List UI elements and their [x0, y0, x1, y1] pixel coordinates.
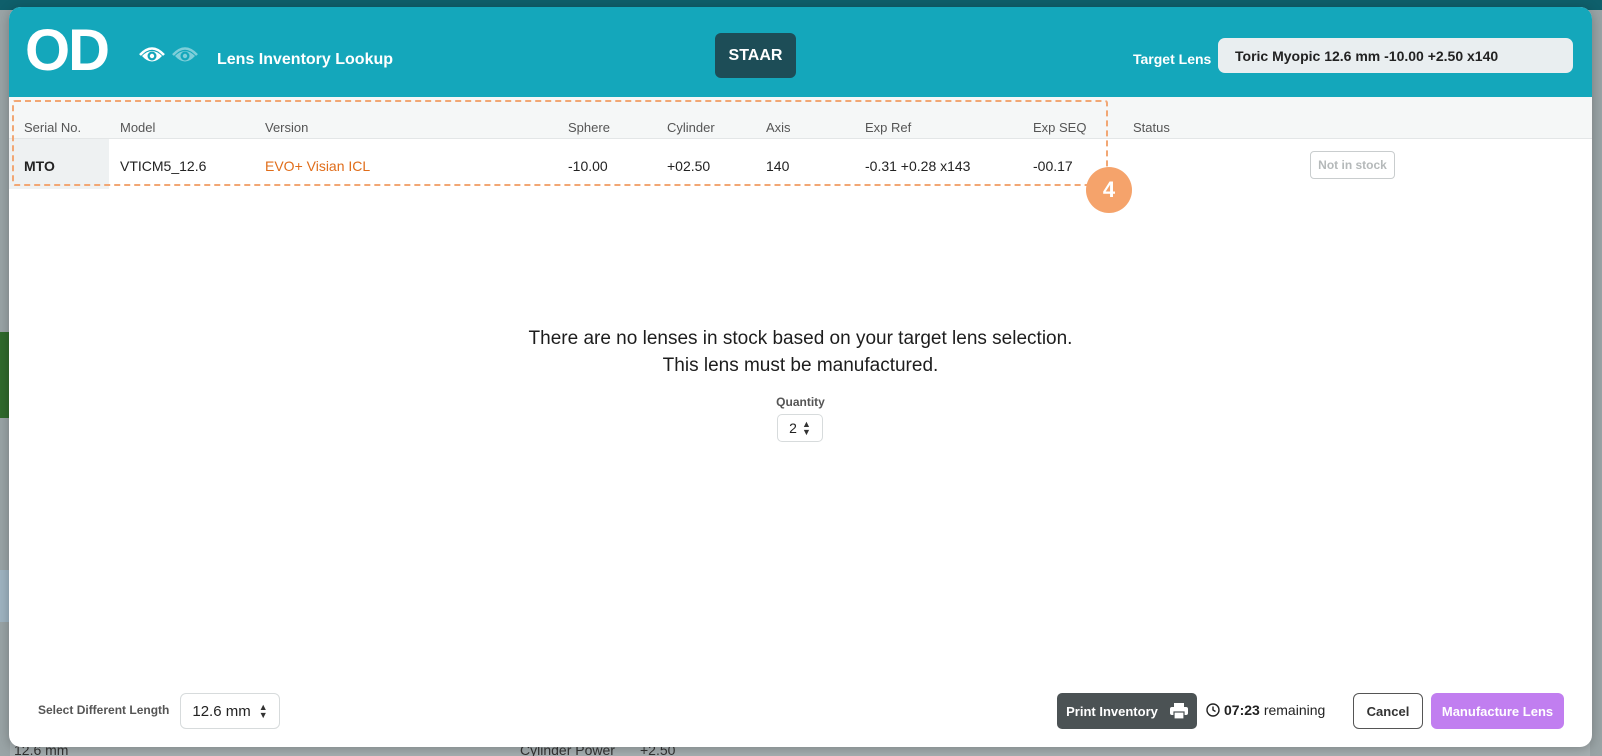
cell-version: EVO+ Visian ICL: [265, 158, 371, 174]
column-header-axis: Axis: [766, 120, 791, 135]
cell-serial: MTO: [24, 158, 55, 174]
cell-sphere: -10.00: [568, 158, 608, 174]
column-header-cylinder: Cylinder: [667, 120, 715, 135]
status-not-in-stock-button[interactable]: Not in stock: [1310, 151, 1395, 179]
no-stock-message: There are no lenses in stock based on yo…: [528, 328, 1073, 349]
printer-icon: [1169, 703, 1188, 719]
quantity-value: 2: [789, 420, 797, 436]
time-remaining-suffix: remaining: [1263, 702, 1326, 718]
print-inventory-button[interactable]: Print Inventory: [1057, 693, 1197, 729]
up-down-arrows-icon: ▲ ▼: [258, 702, 268, 720]
cancel-button[interactable]: Cancel: [1353, 693, 1423, 729]
table-header: Serial No. Model Version Sphere Cylinder…: [9, 97, 1592, 139]
annotation-step-badge: 4: [1086, 167, 1132, 213]
eye-icon-inactive[interactable]: [172, 43, 198, 65]
quantity-stepper[interactable]: 2 ▲ ▼: [777, 414, 823, 442]
column-header-sphere: Sphere: [568, 120, 610, 135]
column-header-exp-seq: Exp SEQ: [1033, 120, 1087, 135]
brand-badge: STAAR: [715, 33, 796, 78]
eye-icon[interactable]: [139, 43, 165, 65]
column-header-version: Version: [265, 120, 309, 135]
eye-side-logo: OD: [25, 18, 110, 83]
modal-title: Lens Inventory Lookup: [217, 51, 394, 68]
table-row[interactable]: MTO VTICM5_12.6 EVO+ Visian ICL -10.00 +…: [9, 139, 1592, 189]
select-length-label: Select Different Length: [38, 703, 170, 717]
cell-axis: 140: [766, 158, 790, 174]
clock-icon: [1206, 703, 1220, 717]
time-remaining-value: 07:23: [1224, 702, 1260, 718]
column-header-serial: Serial No.: [24, 120, 82, 135]
lens-inventory-modal: OD Lens Inventory Lookup STAAR Target Le…: [9, 7, 1592, 747]
cell-exp-seq: -00.17: [1033, 158, 1073, 174]
modal-header: OD Lens Inventory Lookup STAAR Target Le…: [9, 7, 1592, 97]
print-inventory-label: Print Inventory: [1066, 703, 1158, 719]
length-select[interactable]: 12.6 mm ▲ ▼: [180, 693, 280, 729]
cell-exp-ref: -0.31 +0.28 x143: [865, 158, 971, 174]
up-down-arrows-icon: ▲ ▼: [801, 419, 811, 437]
column-header-status: Status: [1133, 120, 1170, 135]
time-remaining: 07:23 remaining: [1206, 702, 1325, 718]
quantity-label: Quantity: [776, 395, 825, 409]
target-lens-field: Toric Myopic 12.6 mm -10.00 +2.50 x140: [1218, 38, 1573, 73]
cell-model: VTICM5_12.6: [120, 158, 207, 174]
manufacture-message: This lens must be manufactured.: [662, 355, 939, 376]
target-lens-label: Target Lens: [1133, 51, 1212, 67]
cell-cylinder: +02.50: [667, 158, 711, 174]
column-header-model: Model: [120, 120, 156, 135]
length-value: 12.6 mm: [192, 702, 251, 720]
column-header-exp-ref: Exp Ref: [865, 120, 912, 135]
manufacture-lens-button[interactable]: Manufacture Lens: [1431, 693, 1564, 729]
